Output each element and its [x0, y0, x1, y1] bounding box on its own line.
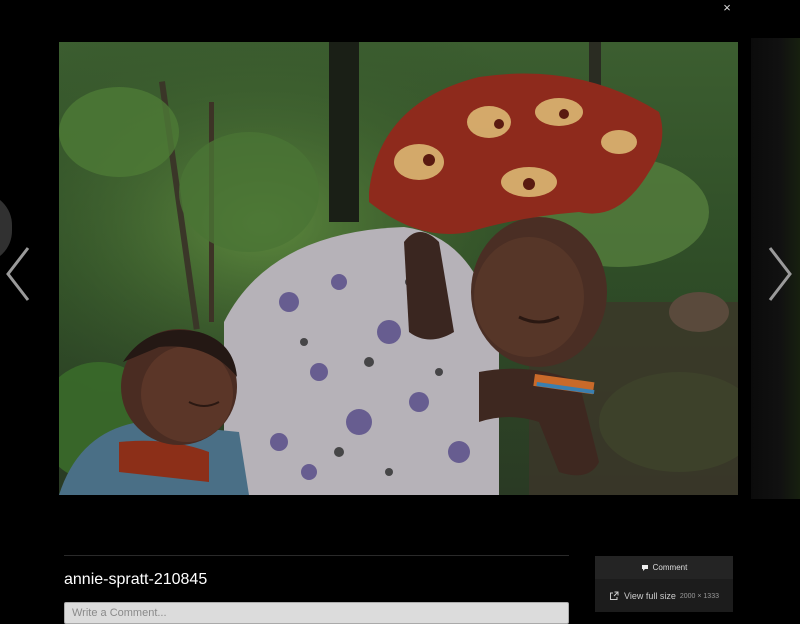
main-photo [59, 42, 738, 495]
chevron-left-icon [6, 247, 30, 301]
view-full-size-label: View full size [624, 591, 676, 601]
comment-button-label: Comment [652, 563, 688, 572]
next-photo-button[interactable] [765, 244, 795, 304]
details-divider [64, 555, 569, 556]
photo-actions-panel: Comment View full size 2000 × 1333 [595, 556, 733, 612]
close-button[interactable]: × [719, 0, 735, 16]
comment-button[interactable]: Comment [595, 556, 733, 579]
external-link-icon [610, 591, 619, 600]
comment-input[interactable] [64, 602, 569, 624]
previous-photo-button[interactable] [3, 244, 33, 304]
view-full-size-button[interactable]: View full size 2000 × 1333 [595, 580, 733, 612]
chevron-right-icon [768, 247, 792, 301]
speech-bubble-icon [641, 564, 648, 571]
photo-illustration [59, 42, 738, 495]
photo-title: annie-spratt-210845 [64, 571, 208, 588]
image-dimensions: 2000 × 1333 [679, 592, 719, 600]
